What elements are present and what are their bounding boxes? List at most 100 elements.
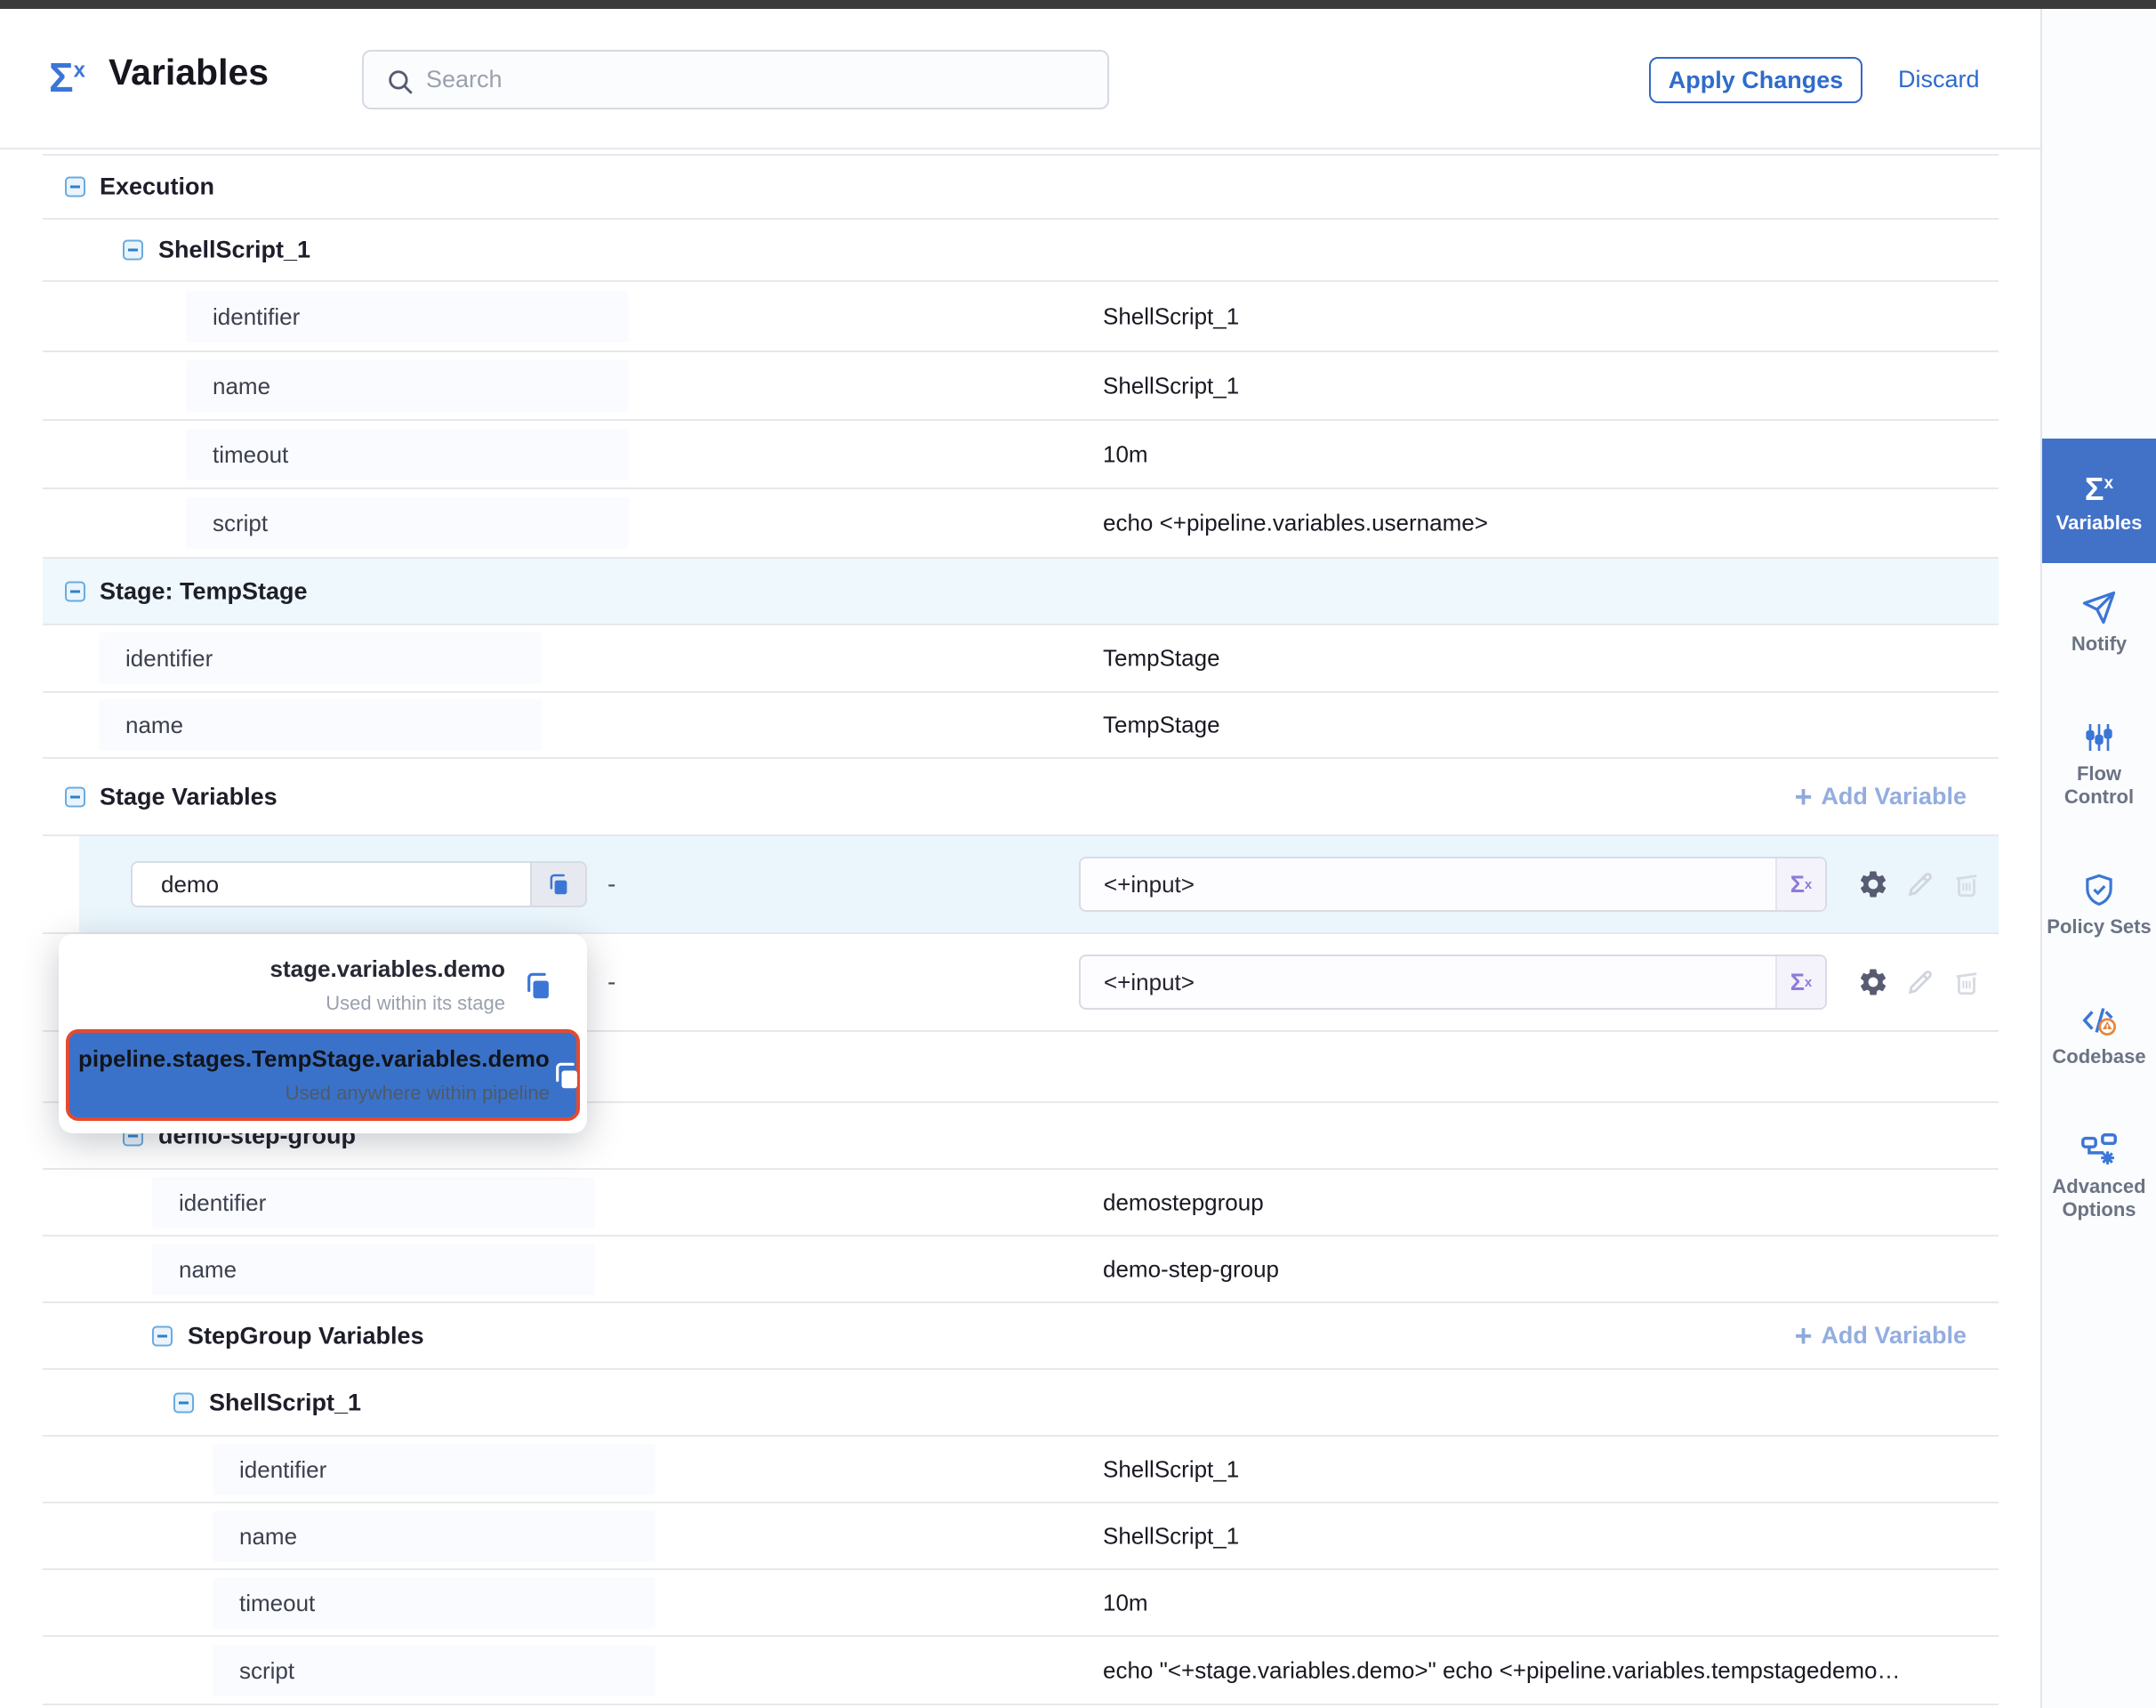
collapse-icon[interactable] [173,1392,194,1413]
collapse-icon[interactable] [152,1325,173,1346]
paper-plane-icon [2080,588,2119,627]
field-label: identifier [99,632,542,684]
table-row: ShellScript_1 [43,1368,1999,1435]
popover-item-pipeline-scope-selected[interactable]: pipeline.stages.TempStage.variables.demo… [66,1029,580,1121]
field-value: TempStage [1103,645,1220,673]
variables-table: ExecutionShellScript_1identifierShellScr… [43,154,1999,1708]
code-warning-icon [2079,1001,2120,1040]
field-label-box: identifier [152,1177,595,1229]
group-label: Stage Variables [100,783,278,810]
collapse-icon[interactable] [123,240,143,261]
sidebar-item-flow-control[interactable]: Flow Control [2042,718,2156,809]
expression-toggle-icon[interactable]: Σx [1775,956,1825,1008]
gear-icon[interactable] [1857,868,1889,900]
field-label: timeout [186,429,629,480]
variable-path-text: stage.variables.demo [75,955,505,983]
popover-item-stage-scope[interactable]: stage.variables.demo Used within its sta… [66,943,580,1024]
table-row: Stage: TempStage [43,557,1999,624]
field-label-box: identifier [186,291,629,342]
table-row: name ShellScript_1 [43,1502,1999,1568]
add-variable-label: Add Variable [1821,783,1967,810]
apply-changes-button[interactable]: Apply Changes [1649,57,1862,103]
required-value: - [607,870,615,898]
sidebar-item-label: Policy Sets [2047,915,2152,939]
field-label-box: script [186,497,629,549]
group-label: StepGroup Variables [188,1322,424,1349]
group-label: Execution [100,173,214,201]
field-value: ShellScript_1 [1103,1455,1239,1483]
field-label-box: name [152,1244,595,1295]
variable-value-input[interactable]: <+input>Σx [1079,857,1827,912]
variable-name-input[interactable]: demo [131,861,530,907]
collapse-icon[interactable] [65,581,85,601]
trash-icon[interactable] [1951,967,1982,997]
sidebar-item-label: Variables [2047,512,2152,535]
field-value: TempStage [1103,712,1220,739]
table-row: Stage Variables +Add Variable [43,757,1999,834]
sidebar-item-notify[interactable]: Notify [2042,588,2156,656]
sidebar-item-label: Flow Control [2047,762,2152,809]
field-value: echo "<+stage.variables.demo>" echo <+pi… [1103,1656,1901,1684]
sliders-icon [2081,718,2117,757]
table-row: name demo-step-group [43,1235,1999,1301]
variable-value-text: <+input> [1081,858,1775,910]
field-label: identifier [152,1177,595,1229]
variable-scope-text: Used anywhere within pipeline [78,1082,550,1105]
table-row: identifierdemostepgroup [43,1168,1999,1235]
expression-toggle-icon[interactable]: Σx [1775,858,1825,910]
search-box[interactable] [362,50,1109,109]
sidebar-item-policy-sets[interactable]: Policy Sets [2042,871,2156,939]
sidebar-item-variables[interactable]: ΣxVariables [2042,439,2156,563]
sidebar-item-codebase[interactable]: Codebase [2042,1001,2156,1068]
field-label-box: name [186,360,629,412]
add-variable-button[interactable]: +Add Variable [1795,1321,1967,1351]
table-row: StepGroup Variables +Add Variable [43,1301,1999,1368]
table-row: timeout 10m [43,419,1999,487]
plus-icon: + [1795,1321,1813,1351]
panel-header: Σx Variables Apply Changes Discard [0,9,2040,149]
variable-name-group: demo [131,861,587,907]
variables-panel: Σx Variables Apply Changes Discard Execu… [0,9,2040,1708]
variable-path-text: pipeline.stages.TempStage.variables.demo [78,1045,550,1073]
table-row: identifierShellScript_1 [43,280,1999,350]
field-label: name [152,1244,595,1295]
field-label: name [99,699,542,751]
field-label: name [213,1511,656,1562]
pencil-icon[interactable] [1905,869,1935,899]
field-label-box: name [213,1511,656,1562]
window-top-bar [0,0,2156,9]
search-icon [385,67,415,97]
table-row: script echo "<+stage.variables.demo>" ech… [43,1635,1999,1704]
field-value: 10m [1103,440,1148,468]
field-label: script [213,1645,656,1696]
table-row: name TempStage [43,691,1999,757]
variable-scope-text: Used within its stage [75,992,505,1015]
copy-icon[interactable] [550,1059,583,1092]
sidebar-item-label: Codebase [2047,1045,2152,1068]
discard-button[interactable]: Discard [1898,66,1980,93]
page-title: Variables [109,52,269,93]
variable-value-text: <+input> [1081,956,1775,1008]
field-value: echo <+pipeline.variables.username> [1103,510,1488,537]
copy-icon[interactable] [505,969,571,1003]
add-variable-button[interactable]: +Add Variable [1795,782,1967,812]
pencil-icon[interactable] [1905,967,1935,997]
collapse-icon[interactable] [65,786,85,807]
group-label: Stage: TempStage [100,577,308,605]
search-input[interactable] [424,53,1091,106]
field-value: ShellScript_1 [1103,1522,1239,1550]
field-label-box: timeout [213,1577,656,1629]
table-row: nameShellScript_1 [43,350,1999,419]
table-row: timeout10m [43,1568,1999,1635]
shield-check-icon [2080,871,2118,910]
variable-value-input[interactable]: <+input>Σx [1079,955,1827,1010]
gear-icon[interactable] [1857,966,1889,998]
table-row [43,1704,1999,1708]
sidebar-item-advanced-options[interactable]: Advanced Options [2042,1131,2156,1221]
copy-variable-button[interactable] [530,861,587,907]
field-label: name [186,360,629,412]
trash-icon[interactable] [1951,869,1982,899]
collapse-icon[interactable] [65,177,85,197]
group-label: ShellScript_1 [158,237,310,264]
field-value: demo-step-group [1103,1255,1279,1283]
